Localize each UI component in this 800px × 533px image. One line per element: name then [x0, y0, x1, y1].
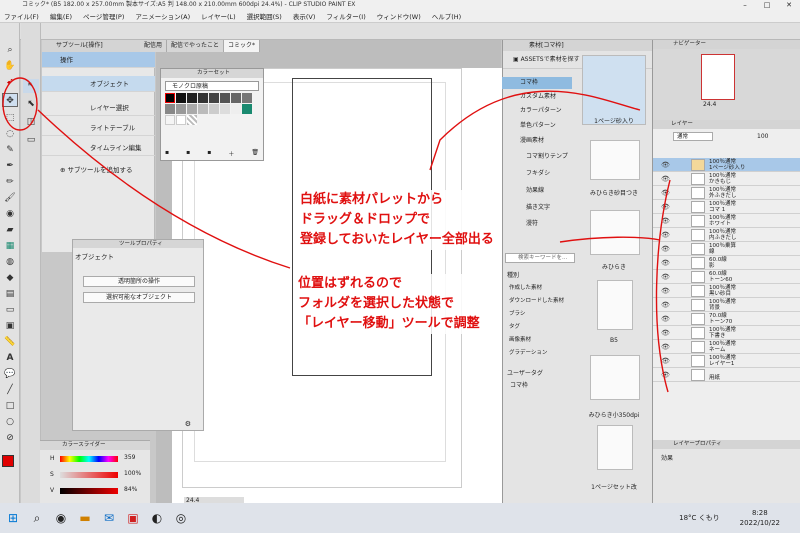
clip-studio-icon[interactable]: ◐ — [146, 507, 168, 529]
arrow-to-layers — [559, 236, 661, 243]
annotation-strokes — [2, 77, 671, 393]
bracket-layers — [655, 179, 671, 393]
office-icon[interactable]: ▣ — [122, 507, 144, 529]
file-explorer-icon[interactable]: ▬ — [74, 507, 96, 529]
mail-icon[interactable]: ✉ — [98, 507, 120, 529]
highlight-circle — [2, 77, 38, 131]
annotation-sub: 位置はずれるので フォルダを選択した状態で 「レイヤー移動」ツールで調整 — [298, 274, 480, 334]
windows-start-icon[interactable]: ⊞ — [2, 507, 24, 529]
chrome-icon[interactable]: ◉ — [50, 507, 72, 529]
clip-paint-icon[interactable]: ◎ — [170, 507, 192, 529]
arrow-from-material — [429, 90, 641, 171]
annotation-main: 白紙に素材パレットから ドラッグ＆ドロップで 登録しておいたレイヤー全部出る — [300, 190, 494, 250]
arrow-to-move-tool — [37, 109, 291, 269]
taskbar: ⊞ ⌕ ◉ ▬ ✉ ▣ ◐ ◎ 18°C くもり 8:28 2022/10/22 — [0, 503, 800, 533]
weather-text[interactable]: 18°C くもり — [679, 513, 720, 523]
screen: コミック* (B5 182.00 x 257.00mm 製本サイズ:A5 判 1… — [0, 0, 800, 533]
search-icon[interactable]: ⌕ — [26, 507, 48, 529]
clock[interactable]: 8:28 2022/10/22 — [740, 508, 780, 528]
